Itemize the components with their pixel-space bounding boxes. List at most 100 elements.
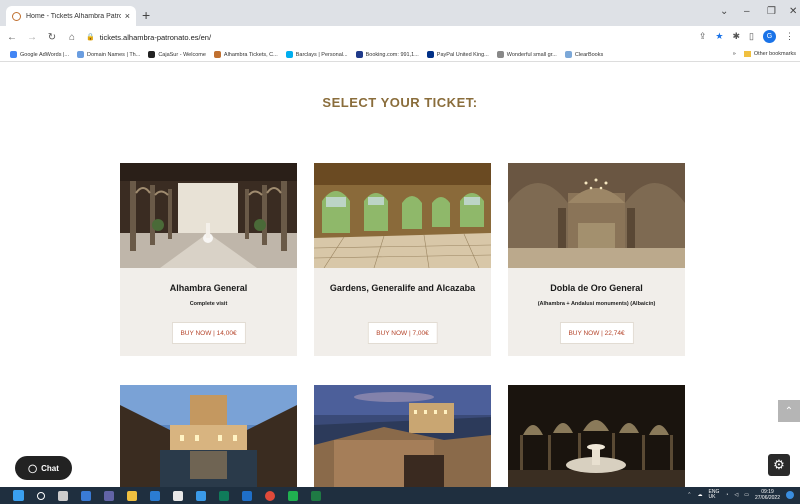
alhambra-night-view-image[interactable] (314, 385, 491, 487)
mail-icon[interactable] (196, 490, 206, 501)
home-icon[interactable]: ⌂ (64, 32, 80, 43)
wifi-icon[interactable]: ◔ (725, 492, 728, 498)
bookmark-item[interactable]: Booking.com: 991,1... (355, 51, 419, 58)
bathhouse-image (508, 163, 685, 268)
show-hidden-icons-icon[interactable]: ⌃ (687, 492, 691, 498)
bookmark-star-icon[interactable]: ★ (715, 31, 723, 42)
teams-icon[interactable] (104, 490, 114, 501)
excel-icon[interactable] (311, 490, 321, 501)
bookmark-item[interactable]: Domain Names | Th... (77, 51, 140, 58)
bookmark-label: Booking.com: 991,1... (365, 51, 419, 58)
edge-icon[interactable] (150, 490, 160, 501)
app-icon[interactable] (219, 490, 229, 501)
reload-icon[interactable]: ↻ (44, 32, 60, 43)
bookmark-favicon-icon (496, 51, 504, 58)
scroll-to-top-button[interactable]: ⌃ (778, 400, 800, 422)
alhambra-favicon-icon (12, 11, 21, 21)
bookmark-favicon-icon (564, 51, 572, 58)
other-bookmarks-folder[interactable]: Other bookmarks (743, 51, 796, 57)
browser-tab[interactable]: Home - Tickets Alhambra Patron × (6, 6, 136, 26)
windows-taskbar: ⌃ ☁ ENG UK ◔ ◁ ▭ 09:19 27/06/2022 (0, 487, 800, 504)
share-icon[interactable]: ⇪ (699, 31, 707, 42)
bookmark-favicon-icon (77, 51, 85, 58)
bookmark-label: ClearBooks (574, 51, 604, 58)
forward-icon[interactable]: → (24, 32, 40, 43)
onedrive-icon[interactable]: ☁ (698, 492, 703, 498)
bookmark-item[interactable]: ClearBooks (564, 51, 604, 58)
chrome-icon[interactable] (265, 490, 275, 501)
bookmark-label: Barclays | Personal... (295, 51, 348, 58)
word-icon[interactable] (242, 490, 252, 501)
ticket-subtitle: Complete visit (189, 301, 228, 307)
bookmark-item[interactable]: Wonderful small gr... (496, 51, 557, 58)
bookmark-item[interactable]: Google AdWords |... (10, 51, 69, 58)
bookmark-favicon-icon (213, 51, 221, 58)
bookmarks-overflow-icon[interactable]: » (733, 51, 736, 57)
bookmark-item[interactable]: Barclays | Personal... (285, 51, 348, 58)
store-icon[interactable] (173, 490, 183, 501)
ticket-card-alhambra-general: Alhambra General Complete visit BUY NOW … (120, 163, 297, 356)
menu-icon[interactable]: ⋮ (785, 31, 794, 42)
language-indicator[interactable]: ENG UK (709, 490, 720, 500)
profile-avatar[interactable]: G (763, 30, 776, 43)
clock-date[interactable]: 27/06/2022 (755, 495, 780, 501)
settings-gear-icon[interactable]: ⚙ (768, 454, 790, 476)
ticket-name: Dobla de Oro General (550, 283, 643, 293)
browser-tab-strip: Home - Tickets Alhambra Patron × + ⌄ – ❐… (0, 0, 800, 26)
volume-icon[interactable]: ◁ (734, 492, 738, 498)
bookmark-favicon-icon (426, 51, 434, 58)
chat-label: Chat (41, 463, 59, 473)
tab-search-icon[interactable]: ⌄ (720, 6, 728, 17)
bookmark-favicon-icon (148, 51, 156, 58)
buy-now-button[interactable]: BUY NOW | 14,00€ (171, 322, 246, 344)
search-icon[interactable] (37, 491, 45, 500)
side-panel-icon[interactable]: ▯ (749, 31, 754, 42)
windows-start-icon[interactable] (13, 490, 24, 501)
folder-icon (743, 51, 751, 57)
bookmark-favicon-icon (355, 51, 363, 58)
system-tray: ⌃ ☁ ENG UK ◔ ◁ ▭ 09:19 27/06/2022 (687, 489, 794, 501)
battery-icon[interactable]: ▭ (744, 492, 749, 498)
bookmark-label: Alhambra Tickets, C... (223, 51, 278, 58)
tab-close-icon[interactable]: × (125, 11, 130, 21)
widgets-icon[interactable] (81, 490, 91, 501)
bookmark-label: PayPal United King... (436, 51, 489, 58)
back-icon[interactable]: ← (4, 32, 20, 43)
url-text[interactable]: tickets.alhambra-patronato.es/en/ (100, 33, 211, 42)
bookmark-item[interactable]: CajaSur - Welcome (148, 51, 206, 58)
chat-button[interactable]: ◯ Chat (15, 456, 72, 480)
file-explorer-icon[interactable] (127, 490, 137, 501)
bookmark-item[interactable]: Alhambra Tickets, C... (213, 51, 278, 58)
buy-now-button[interactable]: BUY NOW | 22,74€ (559, 322, 634, 344)
extensions-icon[interactable]: ✱ (733, 31, 741, 42)
bookmark-label: Wonderful small gr... (506, 51, 557, 58)
bookmark-favicon-icon (10, 51, 17, 58)
new-tab-button[interactable]: + (142, 8, 150, 22)
bookmark-label: Domain Names | Th... (87, 51, 141, 58)
ticket-card-dobla-de-oro: Dobla de Oro General (Alhambra + Andalus… (508, 163, 685, 356)
tab-title: Home - Tickets Alhambra Patron (26, 12, 121, 20)
court-of-lions-night-image[interactable] (508, 385, 685, 487)
ticket-name: Alhambra General (169, 283, 248, 293)
ticket-name: Gardens, Generalife and Alcazaba (329, 283, 476, 293)
bookmark-label: CajaSur - Welcome (158, 51, 206, 58)
court-of-myrtles-image[interactable] (120, 385, 297, 487)
ticket-card-gardens: Gardens, Generalife and Alcazaba BUY NOW… (314, 163, 491, 356)
chat-bubble-icon: ◯ (28, 463, 38, 473)
whatsapp-icon[interactable] (288, 490, 298, 501)
court-of-lions-image (120, 163, 297, 268)
browser-toolbar: ← → ↻ ⌂ 🔒 tickets.alhambra-patronato.es/… (0, 26, 800, 48)
restore-button[interactable]: ❐ (767, 6, 776, 17)
minimize-button[interactable]: – (744, 6, 750, 17)
address-bar[interactable]: 🔒 tickets.alhambra-patronato.es/en/ (86, 29, 710, 45)
page-content: SELECT YOUR TICKET: Alhambra General Com… (0, 62, 800, 487)
bookmark-favicon-icon (285, 51, 293, 58)
bookmarks-bar: Google AdWords |... Domain Names | Th... C… (0, 48, 800, 62)
buy-now-button[interactable]: BUY NOW | 7,00€ (367, 322, 438, 344)
notifications-icon[interactable] (786, 491, 794, 499)
bookmark-item[interactable]: PayPal United King... (426, 51, 489, 58)
task-view-icon[interactable] (58, 490, 68, 501)
close-window-button[interactable]: ✕ (789, 6, 797, 17)
other-bookmarks-label: Other bookmarks (753, 51, 796, 57)
lock-icon[interactable]: 🔒 (86, 33, 95, 41)
